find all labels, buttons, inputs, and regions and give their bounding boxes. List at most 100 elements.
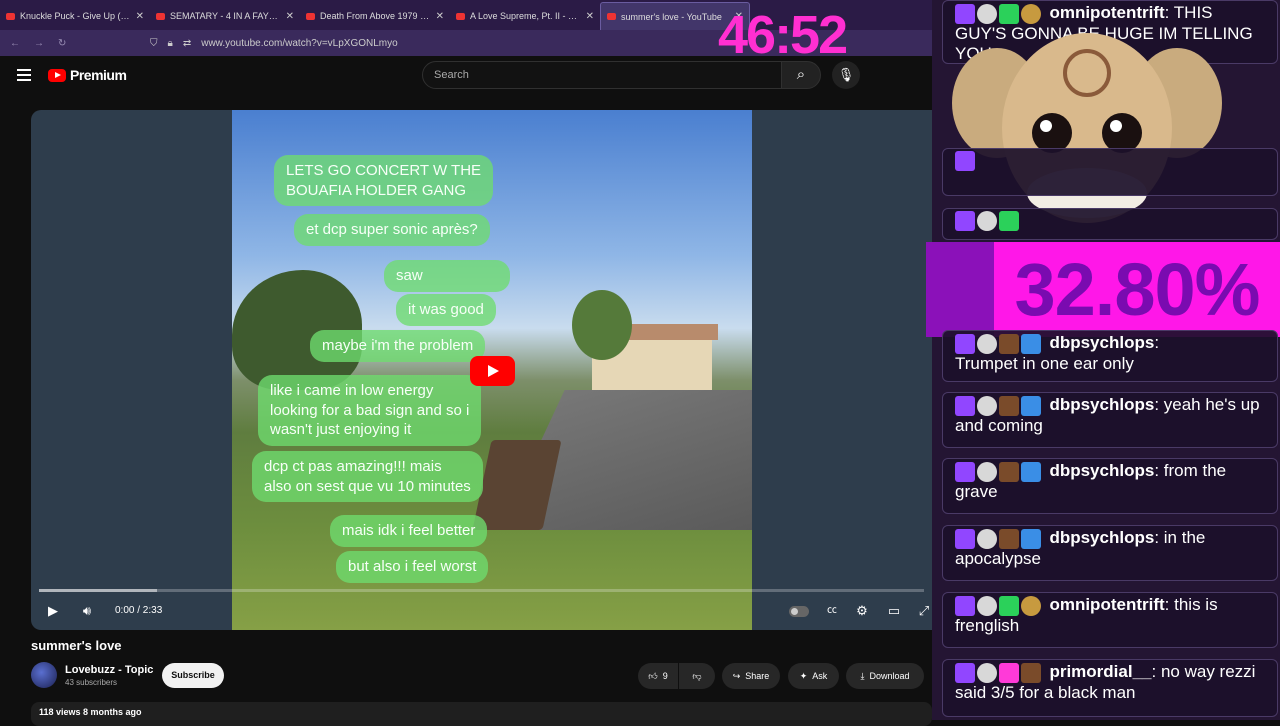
voice-search-button[interactable]: 🎙︎: [832, 61, 860, 89]
video-frame[interactable]: LETS GO CONCERT W THE BOUAFIA HOLDER GANG…: [232, 110, 752, 630]
download-button[interactable]: ⤓ Download: [846, 663, 924, 689]
blue-badge-icon: [1021, 333, 1041, 354]
search-input[interactable]: Search: [422, 61, 782, 89]
menu-icon[interactable]: [17, 69, 31, 81]
video-player[interactable]: LETS GO CONCERT W THE BOUAFIA HOLDER GANG…: [31, 110, 932, 630]
chat-username: primordial__: [1049, 662, 1152, 681]
hand-badge-icon: [1021, 595, 1041, 616]
avatar-badge-icon: [977, 461, 997, 482]
progress-buffered: [39, 589, 157, 592]
twitch-icon: [955, 333, 975, 354]
brown-badge-icon: [999, 333, 1019, 354]
chat-message: omnipotentrift: this is frenglish: [942, 592, 1278, 648]
shield-icon[interactable]: ⛉: [150, 38, 158, 49]
avatar-badge-icon: [977, 211, 997, 231]
avatar-badge-icon: [977, 333, 997, 354]
captions-icon[interactable]: ㏄: [823, 598, 841, 624]
message-bubble: mais idk i feel better: [330, 515, 488, 547]
close-tab-icon[interactable]: ✕: [286, 11, 294, 22]
channel-avatar[interactable]: [31, 662, 57, 688]
twitch-icon: [955, 211, 975, 231]
like-button[interactable]: 👍︎ 9: [638, 663, 678, 689]
autoplay-toggle[interactable]: [789, 606, 809, 617]
chat-message: dbpsychlops: Trumpet in one ear only: [942, 330, 1278, 382]
green-badge-icon: [999, 595, 1019, 616]
tree-shape: [572, 290, 632, 360]
fullscreen-icon[interactable]: ⤢: [917, 598, 931, 624]
youtube-header: Premium Search ⌕ 🎙︎: [0, 56, 932, 96]
message-bubble: saw: [384, 260, 510, 292]
message-bubble: but also i feel worst: [336, 551, 489, 583]
miniplayer-icon[interactable]: ▭: [885, 598, 903, 624]
share-icon: ↪: [732, 670, 741, 681]
volume-icon[interactable]: 🔊︎: [77, 598, 97, 624]
brown-badge-icon: [999, 528, 1019, 549]
ask-button[interactable]: ✦ Ask: [788, 663, 839, 689]
youtube-favicon-icon: [607, 13, 616, 20]
chat-message: primordial__: no way rezzi said 3/5 for …: [942, 659, 1278, 717]
pink-gem-badge-icon: [999, 662, 1019, 683]
chat-message: dbpsychlops: from the grave: [942, 458, 1278, 514]
time-display: 0:00 / 2:33: [115, 605, 163, 616]
twitch-icon: [955, 395, 975, 416]
video-title: summer's love: [31, 638, 122, 653]
percent-value: 32.80%: [994, 242, 1280, 337]
channel-name[interactable]: Lovebuzz - Topic: [65, 664, 153, 676]
download-icon: ⤓: [860, 670, 865, 681]
lock-icon[interactable]: 🔒︎: [168, 38, 173, 49]
message-bubble: it was good: [396, 294, 496, 326]
center-play-button[interactable]: [470, 356, 515, 386]
avatar-badge-icon: [977, 395, 997, 416]
browser-tab[interactable]: Death From Above 1979 - R ✕: [300, 2, 450, 30]
close-tab-icon[interactable]: ✕: [436, 11, 444, 22]
views-and-date: 118 views 8 months ago: [31, 702, 932, 726]
avatar-badge-icon: [977, 662, 997, 683]
message-bubble: LETS GO CONCERT W THE BOUAFIA HOLDER GANG: [274, 155, 494, 206]
message-bubble: maybe i'm the problem: [310, 330, 486, 362]
chat-message: dbpsychlops: in the apocalypse: [942, 525, 1278, 581]
blue-badge-icon: [1021, 528, 1041, 549]
chat-username: dbpsychlops: [1049, 333, 1155, 352]
chat-message-partial: [942, 208, 1278, 240]
avatar-badge-icon: [977, 595, 997, 616]
search-icon: ⌕: [796, 66, 806, 83]
avatar-badge-icon: [977, 528, 997, 549]
forward-icon[interactable]: →: [34, 38, 44, 49]
chat-username: dbpsychlops: [1049, 461, 1155, 480]
chat-message: dbpsychlops: yeah he's up and coming: [942, 392, 1278, 448]
close-tab-icon[interactable]: ✕: [136, 11, 144, 22]
permissions-icon[interactable]: ⇄: [183, 38, 191, 49]
url-field[interactable]: www.youtube.com/watch?v=vLpXGONLmyo: [201, 38, 397, 49]
play-icon[interactable]: ▶: [43, 598, 63, 624]
twitch-icon: [955, 151, 975, 171]
share-button[interactable]: ↪ Share: [722, 663, 780, 689]
youtube-logo[interactable]: Premium: [48, 67, 127, 83]
chat-message-partial: [942, 148, 1278, 196]
youtube-favicon-icon: [6, 12, 15, 20]
back-icon[interactable]: ←: [10, 38, 20, 49]
progress-percent-overlay: 32.80%: [926, 242, 1280, 337]
settings-gear-icon[interactable]: ⚙: [853, 598, 871, 624]
search-button[interactable]: ⌕: [781, 61, 821, 89]
message-bubble: dcp ct pas amazing!!! mais also on sest q…: [252, 451, 483, 502]
chat-username: dbpsychlops: [1049, 528, 1155, 547]
reload-icon[interactable]: ↻: [58, 38, 66, 49]
brown-badge-icon: [999, 461, 1019, 482]
sparkle-icon: ✦: [799, 670, 808, 681]
moth-mascot-image: [952, 33, 1222, 223]
thumbs-down-icon: 👎︎: [692, 670, 702, 681]
blue-badge-icon: [1021, 395, 1041, 416]
browser-tab[interactable]: SEMATARY - 4 IN A FAYGO [✕: [150, 2, 300, 30]
browser-tab[interactable]: A Love Supreme, Pt. II - Reso ✕: [450, 2, 600, 30]
subscribe-button[interactable]: Subscribe: [162, 663, 224, 688]
dislike-button[interactable]: 👎︎: [679, 663, 715, 689]
stream-timer: 46:52: [718, 5, 848, 65]
message-bubble: like i came in low energy looking for a b…: [258, 375, 482, 446]
progress-bar[interactable]: [39, 589, 924, 592]
player-controls: ▶ 🔊︎ 0:00 / 2:33 ㏄ ⚙ ▭ ⤢: [31, 598, 932, 624]
twitch-icon: [955, 528, 975, 549]
browser-tab[interactable]: Knuckle Puck - Give Up (Mu ✕: [0, 2, 150, 30]
close-tab-icon[interactable]: ✕: [586, 11, 594, 22]
brown-badge-icon: [1021, 662, 1041, 683]
twitch-icon: [955, 461, 975, 482]
